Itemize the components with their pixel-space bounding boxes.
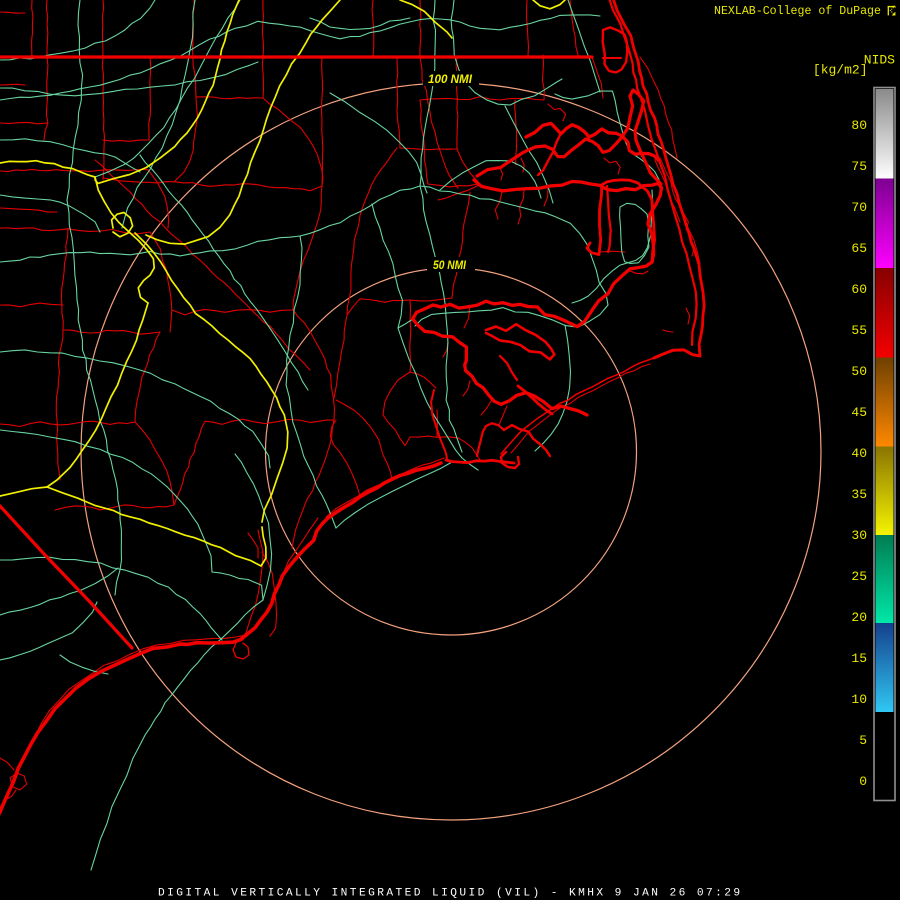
svg-text:NEXLAB-College of DuPage: NEXLAB-College of DuPage — [714, 5, 881, 18]
svg-text:NIDS: NIDS — [864, 53, 895, 68]
svg-text:50 NMI: 50 NMI — [433, 260, 467, 272]
svg-text:75: 75 — [851, 159, 867, 174]
svg-text:20: 20 — [851, 610, 867, 625]
svg-text:DIGITAL VERTICALLY INTEGRATED: DIGITAL VERTICALLY INTEGRATED LIQUID (VI… — [158, 887, 743, 899]
svg-text:15: 15 — [851, 651, 867, 666]
svg-text:35: 35 — [851, 487, 867, 502]
svg-text:0: 0 — [859, 774, 867, 789]
svg-text:[kg/m2]: [kg/m2] — [813, 63, 868, 78]
svg-text:50: 50 — [851, 364, 867, 379]
svg-text:65: 65 — [851, 241, 867, 256]
svg-text:25: 25 — [851, 569, 867, 584]
svg-text:55: 55 — [851, 323, 867, 338]
svg-text:10: 10 — [851, 692, 867, 707]
svg-text:80: 80 — [851, 118, 867, 133]
svg-text:5: 5 — [859, 733, 867, 748]
svg-text:45: 45 — [851, 405, 867, 420]
svg-text:70: 70 — [851, 200, 867, 215]
svg-text:40: 40 — [851, 446, 867, 461]
svg-text:60: 60 — [851, 282, 867, 297]
svg-text:100 NMI: 100 NMI — [428, 74, 473, 86]
svg-text:30: 30 — [851, 528, 867, 543]
